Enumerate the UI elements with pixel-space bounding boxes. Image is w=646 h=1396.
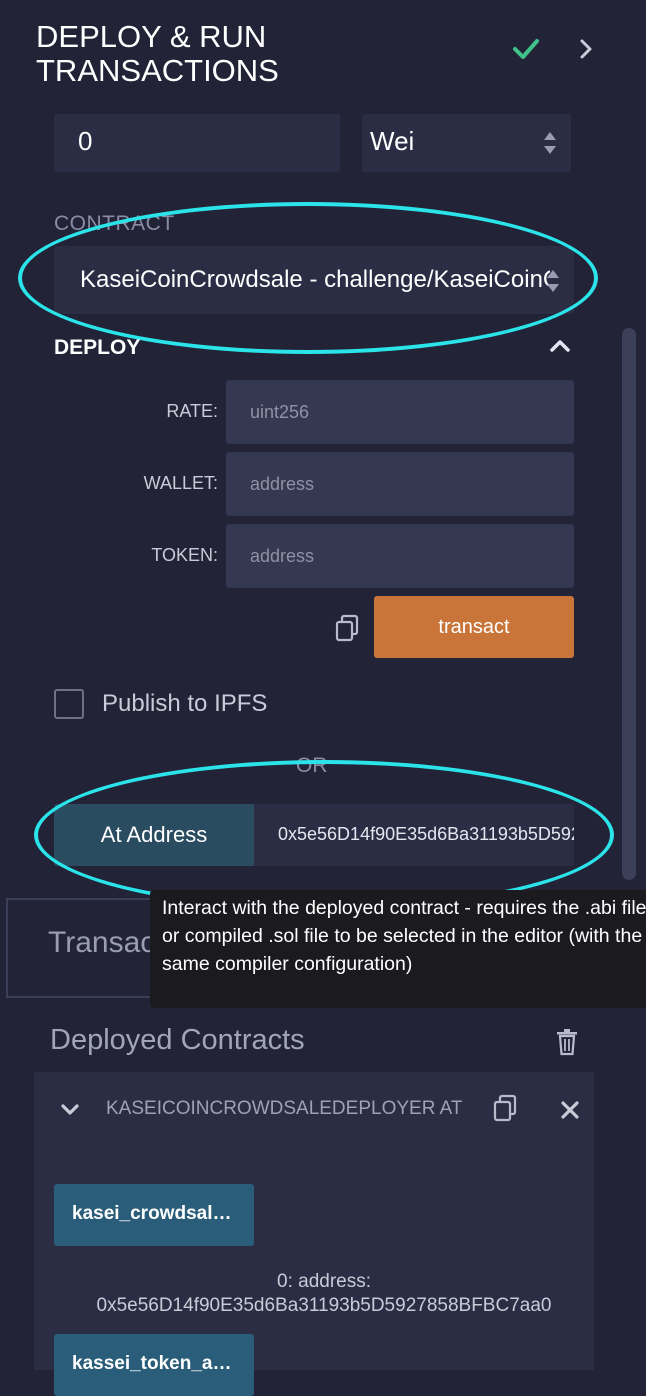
wallet-input[interactable]: address	[226, 452, 574, 516]
token-placeholder: address	[250, 546, 315, 566]
param-label-token: TOKEN:	[151, 545, 218, 565]
chevron-down-icon[interactable]	[60, 1102, 80, 1118]
value-amount: 0	[78, 126, 93, 156]
at-address-value: 0x5e56D14f90E35d6Ba31193b5D5927858BFBC7a…	[278, 824, 574, 844]
deployed-contracts-label: Deployed Contracts	[50, 1024, 305, 1056]
scrollbar[interactable]	[622, 328, 636, 880]
function-label: kassei_token_address	[72, 1353, 242, 1374]
param-label-rate: RATE:	[166, 401, 218, 421]
copy-icon[interactable]	[334, 614, 360, 642]
copy-icon[interactable]	[492, 1094, 518, 1122]
deploy-label: DEPLOY	[54, 336, 141, 359]
unit-selected: Wei	[370, 126, 415, 156]
or-divider: OR	[296, 754, 328, 777]
rate-placeholder: uint256	[250, 402, 310, 422]
rate-input[interactable]: uint256	[226, 380, 574, 444]
contract-select[interactable]: KaseiCoinCrowdsale - challenge/KaseiCoin…	[54, 246, 574, 314]
select-arrows-icon	[547, 270, 559, 292]
function-button-kassei-token-address[interactable]: kassei_token_address	[54, 1334, 254, 1396]
function-button-kasei-crowdsale-address[interactable]: kasei_crowdsale_address	[54, 1184, 254, 1246]
at-address-input[interactable]: 0x5e56D14f90E35d6Ba31193b5D5927858BFBC7a…	[254, 804, 574, 866]
param-label-wallet: WALLET:	[143, 473, 218, 493]
contract-selected: KaseiCoinCrowdsale - challenge/KaseiCoin…	[80, 266, 550, 293]
unit-select[interactable]: Wei	[362, 114, 571, 172]
trash-icon[interactable]	[556, 1028, 578, 1056]
transact-button[interactable]: transact	[374, 596, 574, 658]
publish-ipfs-checkbox[interactable]	[54, 689, 84, 719]
deployed-instance-name[interactable]: KASEICOINCROWDSALEDEPLOYER AT 0X5E5...7A…	[106, 1098, 462, 1120]
publish-ipfs-label: Publish to IPFS	[102, 690, 268, 717]
at-address-tooltip: Interact with the deployed contract - re…	[150, 890, 646, 1008]
caret-up-icon[interactable]	[548, 336, 572, 354]
panel-title: DEPLOY & RUN TRANSACTIONS	[36, 19, 279, 88]
close-icon[interactable]	[560, 1100, 580, 1120]
value-input[interactable]: 0	[54, 114, 340, 172]
token-input[interactable]: address	[226, 524, 574, 588]
check-icon	[513, 39, 539, 59]
function-label: kasei_crowdsale_address	[72, 1203, 242, 1224]
at-address-button[interactable]: At Address	[54, 804, 254, 866]
function-output: 0: address: 0x5e56D14f90E35d6Ba31193b5D5…	[96, 1271, 552, 1316]
wallet-placeholder: address	[250, 474, 315, 494]
tooltip-text: Interact with the deployed contract - re…	[162, 897, 646, 975]
contract-label: CONTRACT	[54, 212, 175, 235]
select-arrows-icon	[544, 132, 556, 154]
chevron-right-icon[interactable]	[576, 38, 596, 60]
